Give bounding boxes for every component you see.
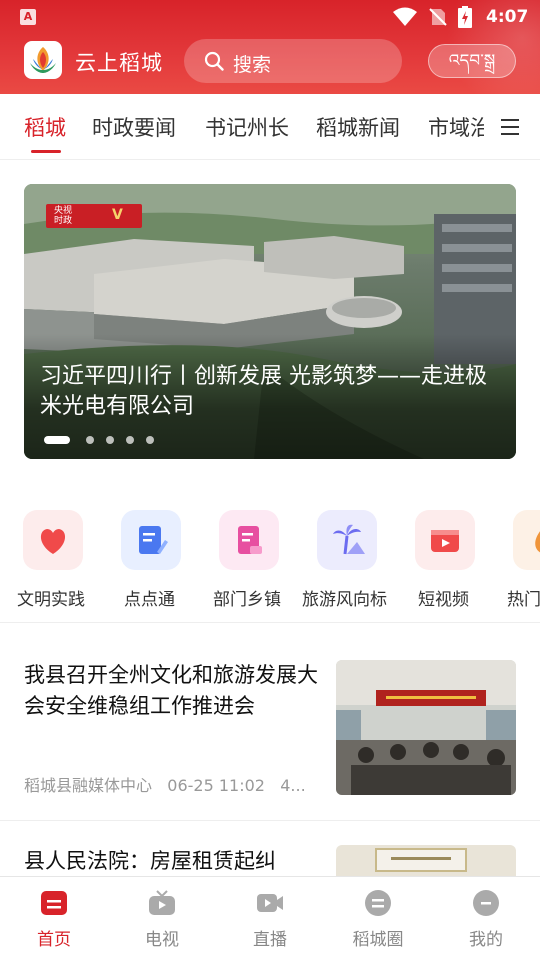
tab-daocheng-news[interactable]: 稻城新闻	[316, 112, 400, 142]
news-thumbnail	[336, 660, 516, 795]
channel-tabs: 稻城 时政要闻 书记州长 稻城新闻 市域治	[0, 94, 540, 160]
app-header: A 4:07 云上稻城 搜索 འདབ་སྒྲ	[0, 0, 540, 94]
cctv-politics-badge: 央视 时政 V	[46, 204, 142, 228]
tab-city-governance-clip: 市域治	[428, 112, 484, 142]
news-title: 我县召开全州文化和旅游发展大会安全维稳组工作推进会	[24, 663, 318, 718]
carousel-dot[interactable]	[146, 436, 154, 444]
quick-link-label: 热门	[507, 590, 540, 610]
news-meta: 稻城县融媒体中心 06-25 11:02 4...	[24, 772, 306, 796]
active-tab-indicator	[31, 150, 61, 153]
battery-icon	[458, 6, 472, 28]
home-icon	[41, 891, 67, 915]
document-icon	[219, 510, 279, 570]
news-thumbnail	[336, 845, 516, 876]
app-title: 云上稻城	[75, 51, 163, 75]
search-placeholder: 搜索	[233, 54, 272, 76]
app-bar: 云上稻城 搜索 འདབ་སྒྲ	[0, 36, 540, 86]
video-icon	[415, 510, 475, 570]
quick-link-label: 旅游风向标	[302, 590, 387, 610]
section-divider	[0, 622, 540, 623]
tibetan-language-button[interactable]: འདབ་སྒྲ	[428, 44, 516, 78]
news-divider	[0, 820, 540, 821]
carousel-dot[interactable]	[44, 436, 70, 444]
quick-links: 文明实践 点点通 部门乡镇 旅游风向标 短视频 热门	[0, 505, 540, 613]
news-extra: 4...	[280, 776, 306, 795]
channel-menu-icon[interactable]	[501, 118, 521, 136]
palm-tree-icon	[317, 510, 377, 570]
tab-secretary-governor[interactable]: 书记州长	[205, 112, 289, 142]
quick-link-label: 短视频	[418, 590, 469, 610]
tab-daocheng[interactable]: 稻城	[24, 112, 66, 142]
no-sim-icon	[429, 8, 447, 26]
nav-tv[interactable]: 电视	[108, 877, 216, 960]
profile-icon	[473, 890, 499, 916]
notepad-icon	[121, 510, 181, 570]
nav-daocheng-circle[interactable]: 稻城圈	[324, 877, 432, 960]
tab-politics-news[interactable]: 时政要闻	[92, 112, 176, 142]
nav-home[interactable]: 首页	[0, 877, 108, 960]
nav-label: 直播	[253, 930, 287, 950]
featured-banner[interactable]: 央视 时政 V 习近平四川行丨创新发展 光影筑梦——走进极米光电有限公司	[24, 184, 516, 459]
news-title: 县人民法院：房屋租赁起纠	[24, 849, 276, 873]
status-bar: A 4:07	[0, 0, 540, 34]
news-source: 稻城县融媒体中心	[24, 776, 153, 795]
nav-label: 稻城圈	[352, 930, 404, 950]
wifi-icon	[393, 7, 417, 26]
notification-a-icon: A	[20, 9, 36, 25]
news-time: 06-25 11:02	[167, 776, 265, 795]
badge-mark: V	[112, 207, 123, 223]
fire-icon	[513, 510, 540, 570]
tab-city-governance[interactable]: 市域治	[428, 112, 484, 142]
search-icon	[204, 51, 224, 71]
nav-label: 我的	[469, 930, 503, 950]
nav-profile[interactable]: 我的	[432, 877, 540, 960]
nav-live[interactable]: 直播	[216, 877, 324, 960]
nav-label: 电视	[145, 930, 179, 950]
live-camera-icon	[257, 894, 283, 912]
heart-icon	[23, 510, 83, 570]
carousel-dot[interactable]	[86, 436, 94, 444]
clock: 4:07	[486, 7, 529, 27]
tv-icon	[149, 890, 175, 915]
carousel-dot[interactable]	[106, 436, 114, 444]
quick-link-label: 部门乡镇	[213, 590, 281, 610]
carousel-dot[interactable]	[126, 436, 134, 444]
search-bar[interactable]: 搜索	[184, 39, 402, 83]
badge-text: 央视 时政	[53, 206, 72, 226]
quick-link-label: 点点通	[124, 590, 175, 610]
bottom-navigation: 首页 电视 直播 稻城圈 我的	[0, 876, 540, 960]
banner-title: 习近平四川行丨创新发展 光影筑梦——走进极米光电有限公司	[40, 364, 487, 419]
quick-link-label: 文明实践	[17, 590, 85, 610]
app-logo	[24, 41, 62, 79]
nav-label: 首页	[37, 930, 71, 950]
circle-chat-icon	[365, 890, 391, 916]
